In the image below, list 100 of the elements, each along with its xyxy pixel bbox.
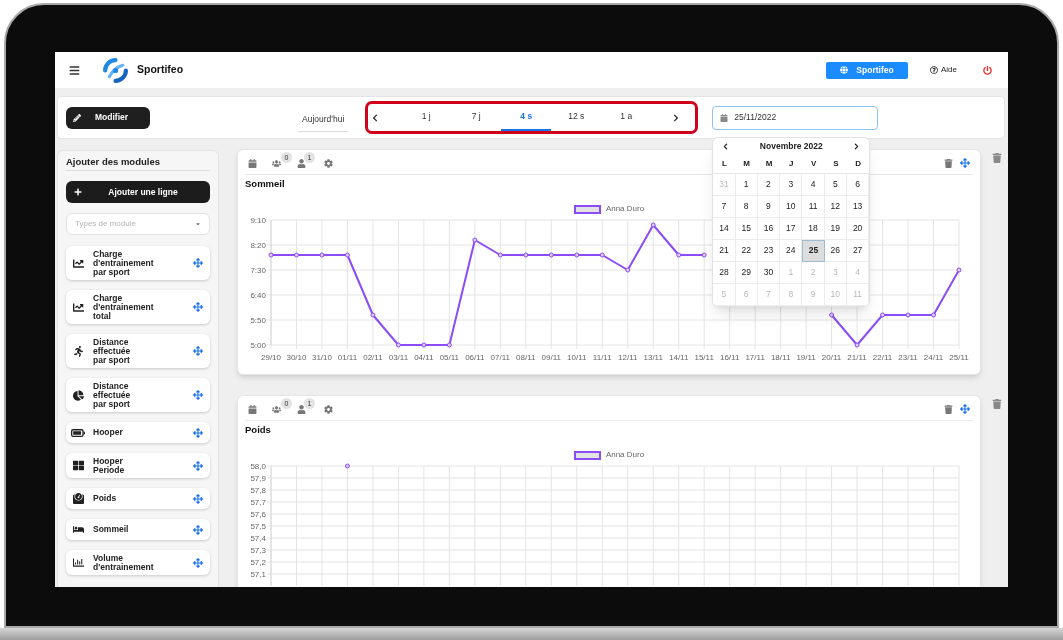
user-icon[interactable] xyxy=(297,158,306,168)
day-cell[interactable]: 5 xyxy=(824,173,847,196)
move-icon[interactable] xyxy=(193,557,203,568)
module-item[interactable]: Poids xyxy=(66,488,210,509)
users-icon[interactable] xyxy=(272,158,281,168)
trash-icon[interactable] xyxy=(992,399,1002,409)
move-icon[interactable] xyxy=(960,158,970,168)
legend-label: Anna Duro xyxy=(605,204,645,214)
day-cell[interactable]: 4 xyxy=(802,173,825,196)
data-point xyxy=(574,252,580,258)
x-axis-label: 06/11 xyxy=(465,353,485,362)
chevron-left-icon[interactable] xyxy=(722,143,730,150)
y-axis-label: 5:00 xyxy=(250,340,266,350)
trash-icon[interactable] xyxy=(944,158,953,168)
module-item[interactable]: Hooper Periode xyxy=(66,453,210,478)
period-tab[interactable]: 7 j xyxy=(451,104,502,131)
add-row-button[interactable]: Ajouter une ligne xyxy=(66,181,210,203)
day-cell[interactable]: 19 xyxy=(824,217,847,240)
bar-chart-icon xyxy=(72,557,84,568)
data-point xyxy=(650,222,656,228)
day-cell[interactable]: 10 xyxy=(780,195,803,218)
x-axis-label: 21/11 xyxy=(847,353,867,362)
move-icon[interactable] xyxy=(193,427,203,438)
day-cell[interactable]: 7 xyxy=(713,195,736,218)
chevron-right-icon[interactable] xyxy=(853,143,861,150)
module-item[interactable]: Distance effectuée par sport xyxy=(66,334,210,368)
chevron-right-icon[interactable] xyxy=(672,113,681,122)
month-label: Novembre 2022 xyxy=(758,140,824,153)
x-axis-label: 31/10 xyxy=(311,353,332,362)
day-cell[interactable]: 1 xyxy=(735,173,758,196)
chevron-left-icon[interactable] xyxy=(371,113,380,122)
module-item[interactable]: Sommeil xyxy=(66,519,210,540)
move-icon[interactable] xyxy=(193,302,203,312)
move-icon[interactable] xyxy=(193,460,203,471)
edit-button[interactable]: Modifier xyxy=(66,106,150,129)
day-cell[interactable]: 6 xyxy=(846,173,870,196)
trash-icon[interactable] xyxy=(992,153,1002,163)
date-field[interactable]: 25/11/2022 xyxy=(712,105,879,130)
x-axis-label: 29/10 xyxy=(261,353,281,362)
day-cell[interactable]: 14 xyxy=(713,217,736,240)
settings-icon[interactable] xyxy=(324,158,333,168)
users-icon[interactable] xyxy=(272,404,281,414)
day-cell[interactable]: 30 xyxy=(757,261,781,284)
settings-icon[interactable] xyxy=(324,404,333,414)
data-point xyxy=(268,252,274,258)
data-point xyxy=(497,252,503,258)
today-button[interactable]: Aujourd'hui xyxy=(298,107,349,132)
day-cell[interactable]: 11 xyxy=(802,195,825,218)
y-axis-label: 8:20 xyxy=(250,240,266,250)
day-cell[interactable]: 29 xyxy=(735,261,758,284)
data-point xyxy=(701,252,707,258)
globe-icon xyxy=(840,66,849,74)
day-cell[interactable]: 2 xyxy=(757,173,781,196)
day-cell[interactable]: 17 xyxy=(780,217,803,240)
day-cell[interactable]: 20 xyxy=(846,217,870,240)
move-icon[interactable] xyxy=(193,493,203,504)
move-icon[interactable] xyxy=(193,346,203,356)
period-tab[interactable]: 4 s xyxy=(501,104,552,131)
module-item[interactable]: Distance effectuée par sport xyxy=(66,378,210,412)
x-axis-label: 30/10 xyxy=(286,353,307,362)
move-icon[interactable] xyxy=(193,524,203,535)
calendar-icon[interactable] xyxy=(248,404,257,414)
module-item[interactable]: Hooper xyxy=(66,422,210,443)
data-point xyxy=(446,342,452,348)
battery-icon xyxy=(71,428,85,437)
module-item[interactable]: Volume d'entrainement xyxy=(66,550,210,575)
move-icon[interactable] xyxy=(193,390,203,400)
period-tab[interactable]: 1 a xyxy=(601,104,652,131)
calendar-icon[interactable] xyxy=(248,158,257,168)
day-cell[interactable]: 22 xyxy=(735,239,758,262)
day-cell[interactable]: 15 xyxy=(735,217,758,240)
weekday-label: S xyxy=(833,158,839,170)
module-item[interactable]: Charge d'entrainement total xyxy=(66,290,210,324)
x-axis-label: 24/11 xyxy=(923,353,944,362)
data-point xyxy=(599,252,605,258)
move-icon[interactable] xyxy=(960,404,970,414)
day-cell[interactable]: 16 xyxy=(757,217,781,240)
help-link[interactable]: Aide xyxy=(930,64,957,76)
day-cell[interactable]: 9 xyxy=(757,195,781,218)
day-cell[interactable]: 25 xyxy=(802,239,825,262)
period-tab[interactable]: 12 s xyxy=(551,104,602,131)
day-cell[interactable]: 12 xyxy=(824,195,847,218)
day-cell[interactable]: 3 xyxy=(780,173,803,196)
day-cell[interactable]: 21 xyxy=(713,239,736,262)
day-cell[interactable]: 26 xyxy=(824,239,847,262)
period-tab[interactable]: 1 j xyxy=(401,104,452,131)
bed-icon xyxy=(72,524,84,535)
move-icon[interactable] xyxy=(193,258,203,268)
day-cell[interactable]: 13 xyxy=(846,195,870,218)
power-icon[interactable] xyxy=(983,65,992,75)
day-cell[interactable]: 18 xyxy=(802,217,825,240)
day-cell[interactable]: 28 xyxy=(713,261,736,284)
day-cell[interactable]: 8 xyxy=(735,195,758,218)
day-cell[interactable]: 23 xyxy=(757,239,781,262)
trash-icon[interactable] xyxy=(944,404,953,414)
day-cell[interactable]: 27 xyxy=(846,239,870,262)
menu-icon[interactable] xyxy=(69,64,80,76)
user-icon[interactable] xyxy=(297,404,306,414)
y-axis-label: 57,1 xyxy=(250,569,266,579)
module-item[interactable]: Charge d'entrainement par sport xyxy=(66,246,210,280)
